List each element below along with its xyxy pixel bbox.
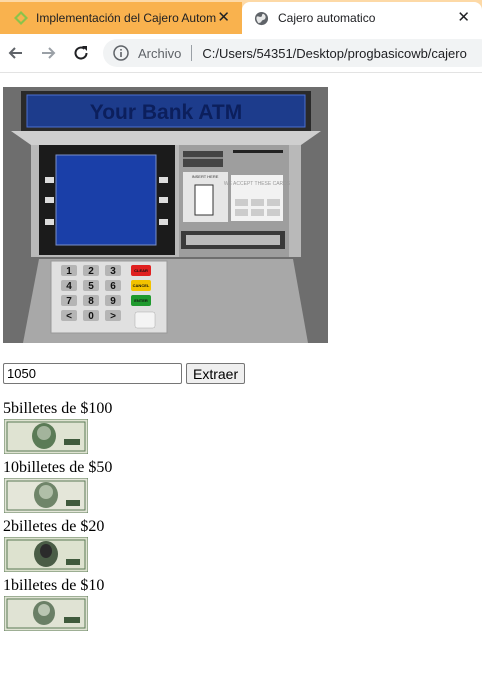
key-9: 9: [110, 296, 116, 307]
tab-cajero-automatico[interactable]: Cajero automatico ✕: [242, 2, 482, 34]
key-4: 4: [66, 281, 72, 292]
address-separator: [191, 45, 193, 61]
clear-key: CLEAR: [134, 268, 148, 273]
browser-tab-bar: Implementación del Cajero Autom ✕ Cajero…: [0, 0, 482, 34]
back-button[interactable]: [6, 43, 26, 63]
address-bar[interactable]: Archivo C:/Users/54351/Desktop/progbasic…: [103, 39, 482, 67]
key-left: <: [66, 311, 72, 322]
close-tab-icon[interactable]: ✕: [457, 10, 470, 25]
key-8: 8: [88, 296, 94, 307]
key-right: >: [110, 311, 116, 322]
key-5: 5: [88, 281, 94, 292]
key-3: 3: [110, 266, 116, 277]
browser-toolbar: Archivo C:/Users/54351/Desktop/progbasic…: [0, 34, 482, 73]
forward-arrow-icon: [42, 47, 56, 59]
tab-title: Implementación del Cajero Autom: [36, 11, 217, 25]
result-100: 5billetes de $100: [3, 400, 113, 417]
accepted-cards-label: WE ACCEPT THESE CARDS: [224, 181, 291, 187]
tab-title: Cajero automatico: [278, 11, 376, 25]
globe-icon: [254, 11, 269, 25]
diamond-icon: [14, 11, 28, 25]
tab-implementacion[interactable]: Implementación del Cajero Autom ✕: [0, 2, 242, 34]
cancel-key: CANCEL: [133, 283, 150, 288]
key-1: 1: [66, 266, 72, 277]
withdraw-form: Extraer: [3, 363, 246, 384]
info-icon[interactable]: [113, 45, 129, 61]
security-label: Archivo: [138, 45, 182, 61]
amount-input[interactable]: [3, 363, 182, 384]
result-10: 1billetes de $10: [3, 577, 105, 594]
page-content: Your Bank ATM INSERT HERE WE ACCEPT THES…: [0, 73, 482, 680]
back-arrow-icon: [8, 47, 22, 59]
bill-20-image: [4, 537, 88, 572]
result-20: 2billetes de $20: [3, 518, 105, 535]
atm-title: Your Bank ATM: [90, 101, 242, 124]
reload-button[interactable]: [71, 43, 91, 63]
bill-100-image: [4, 419, 88, 454]
result-50: 10billetes de $50: [3, 459, 113, 476]
reload-icon: [74, 46, 88, 60]
extraer-button[interactable]: Extraer: [186, 363, 246, 384]
atm-image: Your Bank ATM INSERT HERE WE ACCEPT THES…: [3, 87, 328, 343]
enter-key: ENTER: [134, 298, 148, 303]
url-text[interactable]: C:/Users/54351/Desktop/progbasicowb/caje…: [202, 46, 466, 61]
bill-50-image: [4, 478, 88, 513]
close-tab-icon[interactable]: ✕: [217, 10, 230, 25]
key-2: 2: [88, 266, 94, 277]
key-7: 7: [66, 296, 72, 307]
key-0: 0: [88, 311, 94, 322]
bill-10-image: [4, 596, 88, 631]
forward-button[interactable]: [38, 43, 58, 63]
key-6: 6: [110, 281, 116, 292]
card-slot-label: INSERT HERE: [192, 174, 219, 179]
